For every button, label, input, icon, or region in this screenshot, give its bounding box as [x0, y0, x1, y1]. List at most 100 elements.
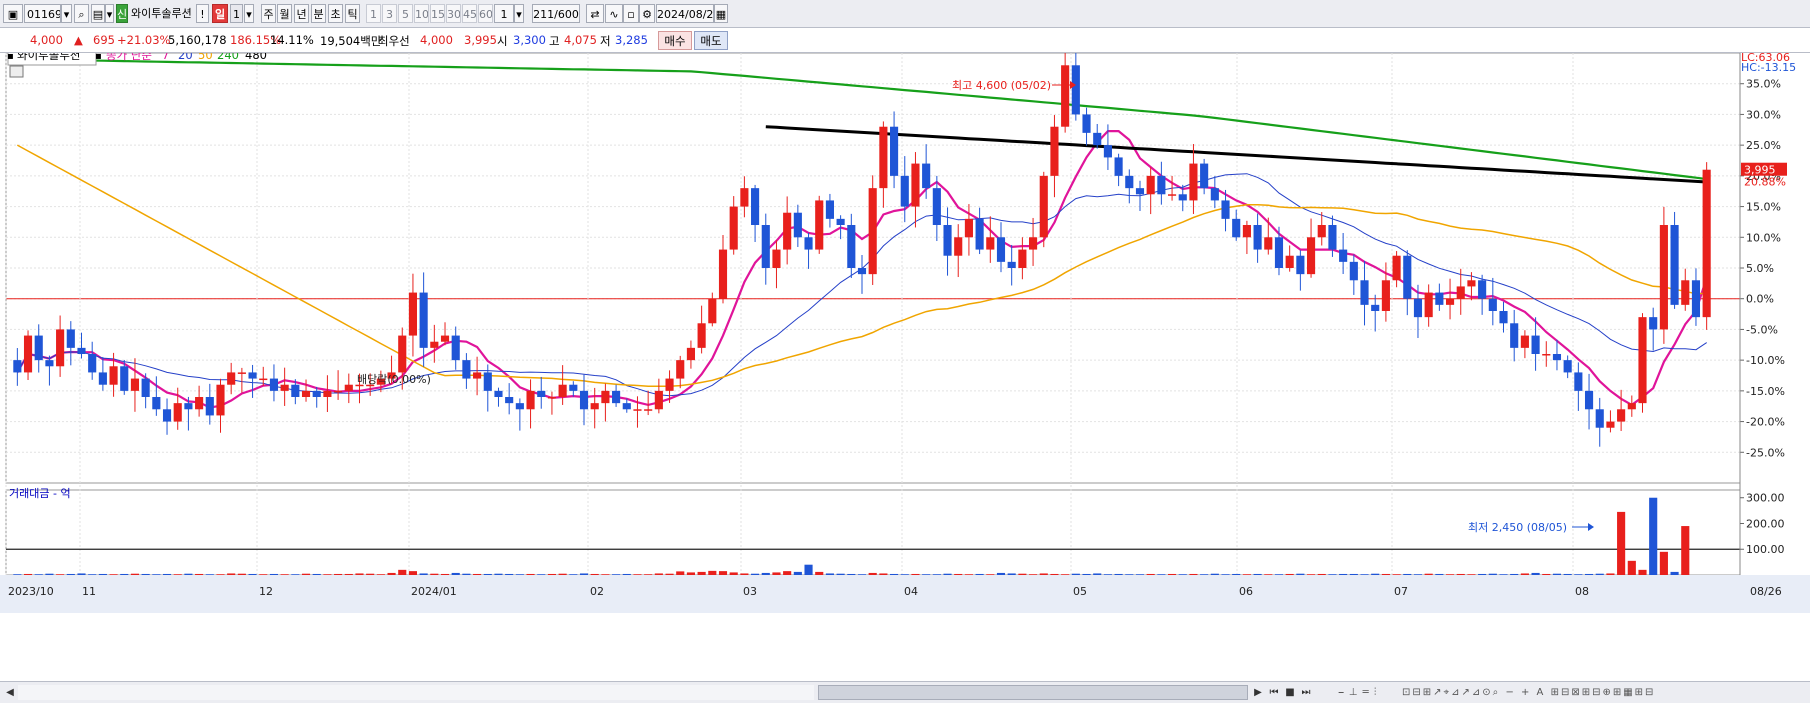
period-dropdown-icon[interactable]: ▾: [244, 4, 254, 23]
volume-bar: [269, 573, 279, 575]
compare-icon[interactable]: ⇄: [586, 4, 604, 23]
stock-chart[interactable]: 35.0%30.0%25.0%20.0%15.0%10.0%5.0%0.0%-5…: [0, 53, 1810, 681]
candle-body: [547, 397, 556, 399]
date-input[interactable]: 2024/08/26: [656, 4, 714, 23]
calendar-icon[interactable]: ▦: [714, 4, 728, 23]
volume-bar: [783, 571, 792, 575]
tab-period-5[interactable]: 틱: [345, 4, 360, 23]
low-value: 3,285: [615, 33, 648, 47]
volume-bar: [879, 573, 888, 575]
candle-body: [847, 225, 856, 268]
tab-period-4[interactable]: 초: [328, 4, 343, 23]
candle-body: [280, 384, 289, 391]
candle-body: [1349, 261, 1358, 281]
last-icon[interactable]: ⏭: [1300, 685, 1312, 700]
best-bid: 3,995: [464, 33, 497, 47]
tab-period-3[interactable]: 분: [311, 4, 326, 23]
x-tick-label: 2023/10: [8, 585, 54, 598]
volume-bar: [1018, 573, 1027, 575]
gear-icon[interactable]: ⚙: [639, 4, 655, 23]
volume-bar: [1424, 573, 1433, 575]
candle-body: [836, 218, 845, 225]
legend-toggle-icon[interactable]: [9, 65, 24, 78]
spin-dropdown-icon[interactable]: ▾: [514, 4, 524, 23]
candle-body: [120, 366, 129, 391]
candle-body: [783, 212, 792, 250]
volume-bar: [836, 573, 845, 575]
minute-button-3[interactable]: 3: [382, 4, 397, 23]
candle-body: [558, 384, 567, 397]
moving-averages: [16, 58, 1708, 409]
buy-button[interactable]: 매수: [658, 31, 692, 50]
minute-button-30[interactable]: 30: [446, 4, 461, 23]
current-price: 4,000: [30, 33, 63, 47]
minute-button-10[interactable]: 10: [414, 4, 429, 23]
toolbar: ▣ 011690 ▾ ⌕ ▤ ▾ 신 와이투솔루션 ! 일 1 ▾ 주월년분초틱…: [0, 0, 1810, 28]
candle-body: [900, 175, 909, 207]
list-icon[interactable]: ▤: [91, 4, 105, 23]
pattern-icon[interactable]: ∿: [605, 4, 623, 23]
search-icon[interactable]: ⌕: [74, 4, 89, 23]
scroll-thumb[interactable]: [818, 685, 1248, 700]
vol-tick-label: 100.00: [1746, 543, 1785, 556]
tab-period-2[interactable]: 년: [294, 4, 309, 23]
volume-bar: [654, 573, 663, 575]
window-icon[interactable]: ▣: [3, 4, 23, 23]
y-tick-label: -20.0%: [1746, 416, 1785, 429]
minute-button-60[interactable]: 60: [478, 4, 493, 23]
scroll-track[interactable]: [18, 685, 814, 700]
scroll-left-icon[interactable]: ◀: [4, 685, 16, 700]
volume-bar: [1328, 574, 1337, 575]
stock-name: 와이투솔루션: [131, 7, 192, 20]
volume-bar: [1125, 574, 1134, 575]
code-input[interactable]: 011690: [24, 4, 61, 23]
volume-bar: [1253, 573, 1262, 575]
code-dropdown-icon[interactable]: ▾: [61, 4, 72, 23]
chart-tools[interactable]: ⊡⊟⊞↗⌖⊿↗⊿⊙⌕ − + A ⊞⊟⊠⊞⊟⊕⊞▦⊞⊟: [1402, 685, 1802, 700]
tab-period-1[interactable]: 월: [277, 4, 292, 23]
volume-bar: [1552, 573, 1562, 575]
tab-period-0[interactable]: 주: [261, 4, 276, 23]
volume-bar: [665, 573, 674, 575]
volume-bar: [483, 573, 492, 575]
horizontal-scrollbar[interactable]: ◀ ▶ ⏮ ■ ⏭ ⎯ ⊥ ═ ⫶ ⊡⊟⊞↗⌖⊿↗⊿⊙⌕ − + A ⊞⊟⊠⊞⊟…: [0, 681, 1810, 703]
list-dropdown-icon[interactable]: ▾: [105, 4, 114, 23]
volume-bar: [686, 572, 695, 575]
stop-icon[interactable]: ■: [1284, 685, 1296, 700]
volume-bar: [1029, 574, 1038, 575]
minute-button-45[interactable]: 45: [462, 4, 477, 23]
draw-tools[interactable]: ⎯ ⊥ ═ ⫶: [1318, 685, 1398, 700]
alert-button[interactable]: !: [196, 4, 209, 23]
candle-body: [505, 397, 514, 404]
scroll-right-icon[interactable]: ▶: [1252, 685, 1264, 700]
candle-body: [1071, 65, 1080, 115]
volume-bar: [1381, 573, 1390, 575]
period-count[interactable]: 1: [230, 4, 243, 23]
first-icon[interactable]: ⏮: [1268, 685, 1280, 700]
candle-body: [633, 409, 642, 411]
volume-bar: [1349, 573, 1358, 575]
volume-bar: [141, 573, 150, 575]
volume-bar: [515, 574, 524, 575]
volume-bar: [1306, 574, 1316, 575]
minute-button-15[interactable]: 15: [430, 4, 445, 23]
candle-body: [1371, 304, 1380, 311]
candle-body: [141, 378, 150, 397]
minute-button-1[interactable]: 1: [366, 4, 381, 23]
minute-button-5[interactable]: 5: [398, 4, 413, 23]
legend-marker-2: ▪: [95, 53, 102, 62]
save-icon[interactable]: ▫: [623, 4, 639, 23]
volume-bar: [1007, 573, 1016, 575]
volume-bar: [34, 574, 43, 575]
count-display[interactable]: 211/600: [532, 4, 580, 23]
sell-button[interactable]: 매도: [694, 31, 728, 50]
candle-body: [398, 335, 407, 373]
candle-body: [162, 409, 172, 422]
spin-input[interactable]: 1: [494, 4, 514, 23]
legend-stock-name: 와이투솔루션: [17, 53, 80, 62]
candle-body: [56, 329, 65, 367]
volume-bar: [1189, 573, 1198, 575]
tab-daily[interactable]: 일: [212, 4, 228, 23]
x-last-label: 08/26: [1750, 585, 1782, 598]
candle-body: [644, 409, 653, 411]
